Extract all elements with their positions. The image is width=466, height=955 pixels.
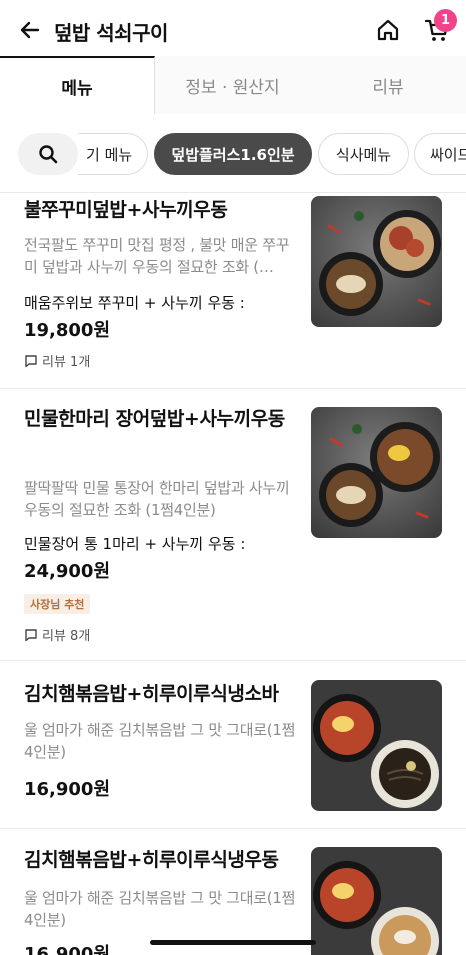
comment-icon: [25, 628, 37, 641]
menu-item[interactable]: 불쭈꾸미덮밥+사누끼우동 전국팔도 쭈꾸미 맛집 평정 , 불맛 매운 쭈꾸미 …: [0, 194, 466, 389]
back-button[interactable]: [14, 14, 46, 46]
owner-recommend-badge: 사장님 추천: [24, 594, 91, 614]
menu-item-option: 민물장어 통 1마리 + 사누끼 우동 :: [24, 535, 246, 553]
arrow-left-icon: [20, 21, 40, 39]
menu-item-description: 울 엄마가 해준 김치볶음밥 그 맛 그대로(1쩜4인분): [24, 721, 296, 761]
menu-item-photo: [311, 680, 442, 811]
menu-item-price: 16,900원: [24, 779, 111, 800]
menu-item-review: 리뷰 1개: [24, 351, 90, 370]
menu-item[interactable]: 김치햄볶음밥+히루이루식냉소바 울 엄마가 해준 김치볶음밥 그 맛 그대로(1…: [0, 661, 466, 829]
menu-item-name: 민물한마리 장어덮밥+사누끼우동: [24, 408, 285, 430]
category-chip[interactable]: 식사메뉴: [318, 133, 409, 175]
menu-item-description: 울 엄마가 해준 김치볶음밥 그 맛 그대로(1쩜4인분): [24, 889, 296, 929]
tab-bar: 메뉴 정보 · 원산지 리뷰: [0, 56, 466, 114]
page-title: 덮밥 석쇠구이: [54, 21, 168, 45]
menu-item-price: 19,800원: [24, 320, 111, 341]
menu-item-description: 팔딱팔딱 민물 통장어 한마리 덮밥과 사누끼 우동의 절묘한 조화 (1쩜4인…: [24, 479, 290, 519]
tab-info-origin[interactable]: 정보 · 원산지: [155, 56, 310, 114]
category-chip[interactable]: 싸이드: [414, 133, 466, 175]
category-chip[interactable]: 기 메뉴: [78, 133, 148, 175]
home-indicator: [150, 940, 316, 945]
home-icon: [377, 19, 399, 41]
app-header: 덮밥 석쇠구이 1: [0, 0, 466, 58]
menu-item-photo: [311, 196, 442, 327]
search-icon: [39, 145, 58, 164]
tab-menu[interactable]: 메뉴: [0, 56, 155, 114]
menu-item-price: 24,900원: [24, 561, 111, 582]
menu-item-name: 김치햄볶음밥+히루이루식냉소바: [24, 683, 279, 705]
menu-item-option: 매움주위보 쭈꾸미 + 사누끼 우동 :: [24, 294, 245, 312]
comment-icon: [25, 354, 37, 367]
menu-item[interactable]: 민물한마리 장어덮밥+사누끼우동 팔딱팔딱 민물 통장어 한마리 덮밥과 사누끼…: [0, 389, 466, 661]
review-count: 리뷰 8개: [42, 629, 91, 644]
menu-item-review: 리뷰 8개: [24, 625, 90, 644]
category-chip-active[interactable]: 덮밥플러스1.6인분: [154, 133, 312, 175]
menu-item-photo: [311, 407, 442, 538]
cart-count-badge: 1: [434, 9, 457, 32]
menu-item[interactable]: 김치햄볶음밥+히루이루식냉우동 울 엄마가 해준 김치볶음밥 그 맛 그대로(1…: [0, 829, 466, 955]
menu-item-name: 김치햄볶음밥+히루이루식냉우동: [24, 849, 279, 871]
tab-review[interactable]: 리뷰: [310, 56, 466, 114]
category-chip-bar: 기 메뉴 덮밥플러스1.6인분 식사메뉴 싸이드: [0, 115, 466, 193]
menu-search-button[interactable]: [18, 133, 78, 175]
menu-item-name: 불쭈꾸미덮밥+사누끼우동: [24, 199, 228, 221]
review-count: 리뷰 1개: [42, 355, 91, 370]
menu-item-photo: [311, 847, 442, 955]
menu-item-price: 16,900원: [24, 944, 111, 955]
home-button[interactable]: [372, 14, 404, 46]
menu-item-description: 전국팔도 쭈꾸미 맛집 평정 , 불맛 매운 쭈꾸미 덮밥과 사누끼 우동의 절…: [24, 236, 290, 276]
